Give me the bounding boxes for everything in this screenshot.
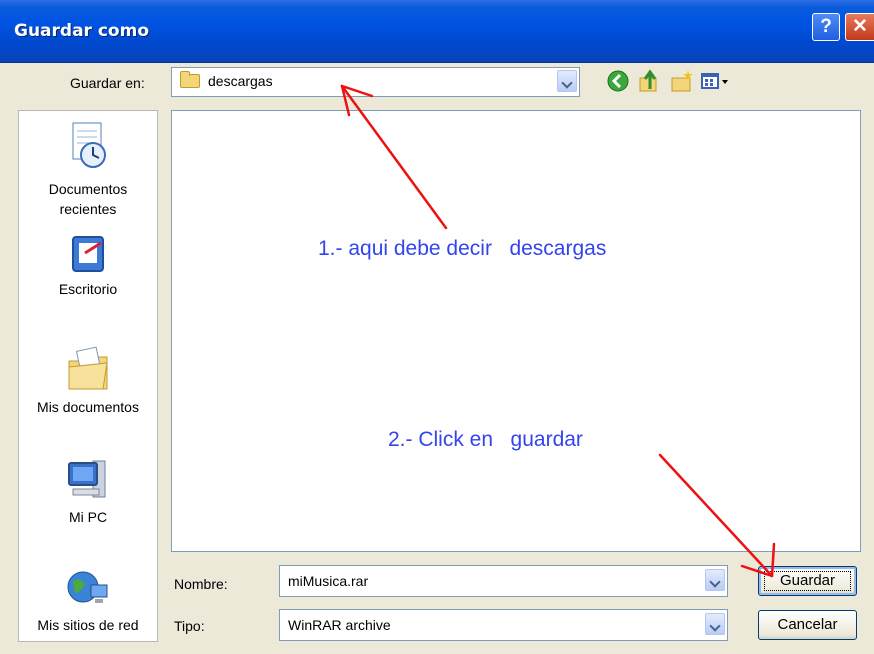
- filetype-select[interactable]: WinRAR archive: [279, 609, 728, 641]
- chevron-down-icon[interactable]: [557, 70, 577, 92]
- chevron-down-icon[interactable]: [705, 613, 725, 635]
- cancel-button[interactable]: Cancelar: [758, 610, 857, 640]
- help-button[interactable]: ?: [812, 13, 840, 41]
- filetype-value: WinRAR archive: [288, 617, 391, 633]
- sidebar-item-recent[interactable]: Documentos recientes: [19, 119, 157, 219]
- annotation-step2: 2.- Click en guardar: [388, 428, 583, 451]
- network-places-icon: [67, 571, 108, 603]
- save-in-value: descargas: [208, 73, 273, 89]
- sidebar-label: Mis documentos: [37, 399, 139, 415]
- window-title: Guardar como: [14, 21, 150, 41]
- sidebar-item-desktop[interactable]: Escritorio: [19, 231, 157, 299]
- filetype-label: Tipo:: [174, 618, 205, 634]
- title-bar: Guardar como ? ✕: [0, 0, 874, 63]
- folder-icon: [180, 71, 200, 88]
- places-bar: Documentos recientes Escritorio Mis docu…: [18, 110, 158, 642]
- up-folder-icon[interactable]: [637, 68, 663, 94]
- file-list[interactable]: [171, 110, 861, 552]
- cancel-button-label: Cancelar: [777, 616, 838, 633]
- filename-label: Nombre:: [174, 576, 228, 592]
- sidebar-label: Escritorio: [58, 281, 118, 297]
- sidebar-item-my-pc[interactable]: Mi PC: [19, 455, 157, 527]
- recent-documents-icon: [72, 122, 106, 168]
- save-in-combo[interactable]: descargas: [171, 67, 580, 97]
- chevron-down-icon[interactable]: [705, 569, 725, 591]
- close-button[interactable]: ✕: [845, 13, 874, 41]
- sidebar-label: recientes: [59, 201, 117, 217]
- filename-value: miMusica.rar: [288, 573, 369, 589]
- save-button[interactable]: Guardar: [758, 566, 857, 596]
- sidebar-item-my-documents[interactable]: Mis documentos: [19, 339, 157, 417]
- save-in-label: Guardar en:: [70, 75, 145, 91]
- desktop-icon: [72, 236, 104, 272]
- my-documents-icon: [68, 346, 108, 390]
- my-computer-icon: [68, 460, 106, 498]
- annotation-step1: 1.- aqui debe decir descargas: [318, 237, 607, 260]
- back-icon[interactable]: [605, 68, 631, 94]
- new-folder-icon[interactable]: [669, 68, 695, 94]
- views-menu-icon[interactable]: [699, 68, 731, 94]
- sidebar-item-network[interactable]: Mis sitios de red: [19, 563, 157, 635]
- sidebar-label: Mis sitios de red: [37, 617, 139, 633]
- focus-outline: [764, 571, 851, 591]
- filename-input[interactable]: miMusica.rar: [279, 565, 728, 597]
- sidebar-label: Documentos: [48, 181, 128, 197]
- sidebar-label: Mi PC: [68, 509, 108, 525]
